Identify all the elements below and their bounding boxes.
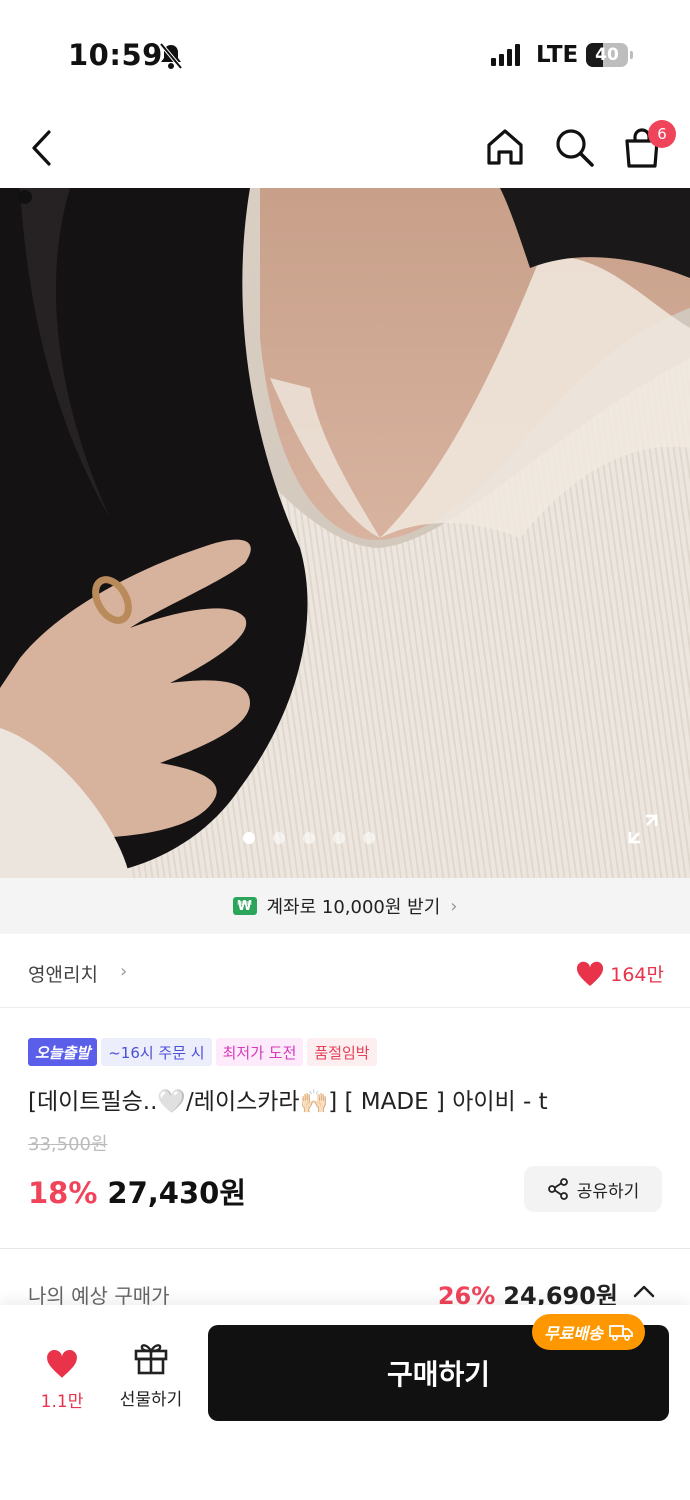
divider <box>0 1248 690 1249</box>
image-pagination[interactable] <box>0 832 654 844</box>
wishlist-count: 1.1만 <box>40 1392 84 1412</box>
store-row: 영앤리치 › 164만 <box>0 934 690 1008</box>
status-bar: 10:59 LTE 40 <box>0 0 690 110</box>
pagination-dot[interactable] <box>243 832 255 844</box>
cart-count-badge: 6 <box>648 120 676 148</box>
chevron-left-icon <box>32 130 51 166</box>
original-price: 33,500원 <box>28 1134 108 1155</box>
share-label: 공유하기 <box>576 1181 640 1202</box>
sale-price: 27,430원 <box>107 1176 247 1210</box>
chevron-up-icon[interactable] <box>632 1280 656 1304</box>
chevron-right-icon: › <box>450 895 458 917</box>
search-button[interactable] <box>551 124 597 170</box>
pagination-dot[interactable] <box>333 832 345 844</box>
tag-today-ship: 오늘출발 <box>28 1038 98 1066</box>
tag-almost-sold-out: 품절임박 <box>307 1038 377 1066</box>
free-shipping-badge: 무료배송 <box>532 1314 645 1350</box>
home-button[interactable] <box>482 124 528 170</box>
product-title: [데이트필승..🤍/레이스카라🙌🏻] [ MADE ] 아이비 - t <box>28 1089 548 1115</box>
store-like-count: 164만 <box>610 964 664 986</box>
camera-dot <box>18 190 32 204</box>
store-like-button[interactable]: 164만 <box>576 960 664 987</box>
signal-icon <box>491 44 520 66</box>
free-shipping-label: 무료배송 <box>544 1324 603 1343</box>
account-reward-banner[interactable]: ₩ 계좌로 10,000원 받기 › <box>0 878 690 934</box>
wishlist-button[interactable]: 1.1만 <box>36 1345 88 1412</box>
search-icon <box>556 129 594 167</box>
status-time: 10:59 <box>68 38 163 72</box>
banner-text: 계좌로 10,000원 받기 <box>266 897 441 918</box>
price-row: 18% 27,430원 <box>28 1170 246 1212</box>
share-icon <box>547 1178 568 1200</box>
product-tags: 오늘출발 ~16시 주문 시 최저가 도전 품절임박 <box>28 1038 377 1066</box>
battery-level: 40 <box>595 45 619 65</box>
home-icon <box>487 129 523 165</box>
battery-icon: 40 <box>586 43 628 67</box>
product-photo <box>0 188 690 878</box>
pagination-dot[interactable] <box>273 832 285 844</box>
heart-icon <box>577 961 604 986</box>
truck-icon <box>608 1325 633 1341</box>
heart-icon <box>47 1349 77 1378</box>
share-button[interactable]: 공유하기 <box>524 1166 662 1212</box>
tag-lowest-price: 최저가 도전 <box>215 1038 304 1066</box>
gift-label: 선물하기 <box>119 1390 183 1410</box>
network-label: LTE <box>536 42 579 68</box>
chevron-right-icon: › <box>120 961 128 982</box>
won-icon: ₩ <box>232 897 257 915</box>
product-image[interactable] <box>0 188 690 878</box>
back-button[interactable] <box>22 126 62 170</box>
pagination-dot[interactable] <box>363 832 375 844</box>
expand-icon[interactable] <box>626 812 660 846</box>
expected-price-row[interactable]: 나의 예상 구매가 26% 24,690원 <box>0 1270 690 1310</box>
discount-rate: 18% <box>28 1176 98 1210</box>
gift-icon <box>134 1344 168 1375</box>
bell-slash-icon <box>159 42 183 70</box>
gift-button[interactable]: 선물하기 <box>110 1341 192 1410</box>
store-name[interactable]: 영앤리치 <box>28 960 98 987</box>
top-nav <box>0 110 690 188</box>
tag-order-deadline: ~16시 주문 시 <box>101 1038 212 1066</box>
pagination-dot[interactable] <box>303 832 315 844</box>
